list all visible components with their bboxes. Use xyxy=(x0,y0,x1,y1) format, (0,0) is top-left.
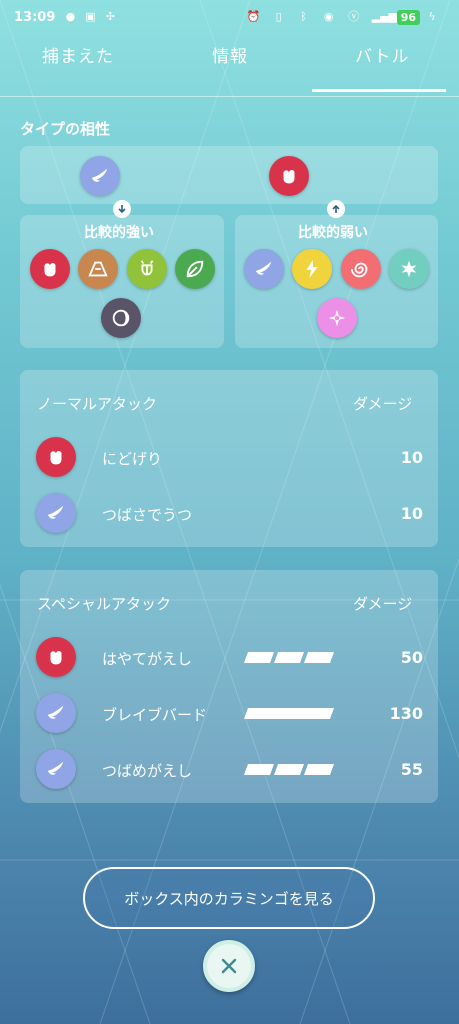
flying-type-icon xyxy=(36,749,76,789)
media-icon: ▣ xyxy=(85,10,96,23)
special-move-name: ブレイブバード xyxy=(102,706,208,724)
energy-segment xyxy=(243,652,275,663)
normal-move-damage: 10 xyxy=(400,448,423,467)
fairy-type-icon xyxy=(317,298,357,338)
special-damage-header: ダメージ xyxy=(353,595,413,613)
active-tab-indicator xyxy=(312,89,446,92)
ice-type-icon xyxy=(389,249,429,289)
dark-type-icon xyxy=(101,298,141,338)
energy-segment xyxy=(243,764,275,775)
vibrate-icon: ▯ xyxy=(275,10,282,23)
flying-type-icon xyxy=(36,493,76,533)
special-move-damage: 130 xyxy=(389,704,423,723)
strong-against-label: 比較的強い xyxy=(84,225,154,241)
energy-segment xyxy=(243,708,335,719)
energy-segment xyxy=(303,764,335,775)
energy-bar-one xyxy=(243,708,335,719)
normal-damage-header: ダメージ xyxy=(353,395,413,413)
energy-segment xyxy=(303,652,335,663)
rock-type-icon xyxy=(78,249,118,289)
bluetooth-icon: ᛒ xyxy=(300,10,307,23)
tab-caught[interactable]: 捕まえた xyxy=(42,42,114,67)
normal-move-damage: 10 xyxy=(400,504,423,523)
energy-bar-three xyxy=(243,764,335,775)
normal-attack-header: ノーマルアタック xyxy=(37,395,158,413)
location-icon: ◉ xyxy=(323,10,334,23)
bug-type-icon xyxy=(127,249,167,289)
special-move-damage: 50 xyxy=(400,648,423,667)
type-matchup-title: タイプの相性 xyxy=(20,120,111,138)
volte-icon: ⓥ xyxy=(348,10,360,23)
tab-battle[interactable]: バトル xyxy=(355,42,410,67)
signal-icon: ▂▄▆ xyxy=(371,10,398,23)
normal-move-name: にどげり xyxy=(102,450,163,468)
fighting-type-icon xyxy=(30,249,70,289)
notification-icon: ● xyxy=(65,10,76,23)
fighting-type-icon xyxy=(36,437,76,477)
electric-type-icon xyxy=(292,249,332,289)
status-right: ⏰ ▯ ᛒ ◉ ⓥ ▂▄▆ 96 ϟ xyxy=(246,9,445,25)
battery-level: 96 xyxy=(396,9,420,25)
status-bar: 13:09 ● ▣ ✣ ⏰ ▯ ᛒ ◉ ⓥ ▂▄▆ 96 ϟ xyxy=(0,0,459,34)
tab-bar: 捕まえた 情報 バトル xyxy=(0,34,459,96)
energy-segment xyxy=(273,652,305,663)
status-time: 13:09 xyxy=(14,9,56,25)
energy-segment xyxy=(273,764,305,775)
fighting-type-icon xyxy=(36,637,76,677)
special-move-name: はやてがえし xyxy=(102,650,193,668)
special-move-damage: 55 xyxy=(400,760,423,779)
special-move-name: つばめがえし xyxy=(102,762,193,780)
tabs-divider xyxy=(0,96,459,97)
psychic-type-icon xyxy=(341,249,381,289)
charging-icon: ϟ xyxy=(428,10,436,23)
weak-against-label: 比較的弱い xyxy=(298,225,368,241)
tab-info[interactable]: 情報 xyxy=(212,42,248,67)
view-in-box-button[interactable]: ボックス内のカラミンゴを見る xyxy=(83,867,375,929)
grass-type-icon xyxy=(175,249,215,289)
pinwheel-icon: ✣ xyxy=(105,10,115,23)
close-icon xyxy=(221,958,237,974)
close-button[interactable] xyxy=(203,940,255,992)
flying-type-icon xyxy=(244,249,284,289)
fighting-type-icon xyxy=(269,156,309,196)
flying-type-icon xyxy=(36,693,76,733)
normal-move-name: つばさでうつ xyxy=(102,506,193,524)
energy-bar-three xyxy=(243,652,335,663)
alarm-icon: ⏰ xyxy=(246,10,261,23)
flying-type-icon xyxy=(80,156,120,196)
special-attack-header: スペシャルアタック xyxy=(37,595,171,613)
